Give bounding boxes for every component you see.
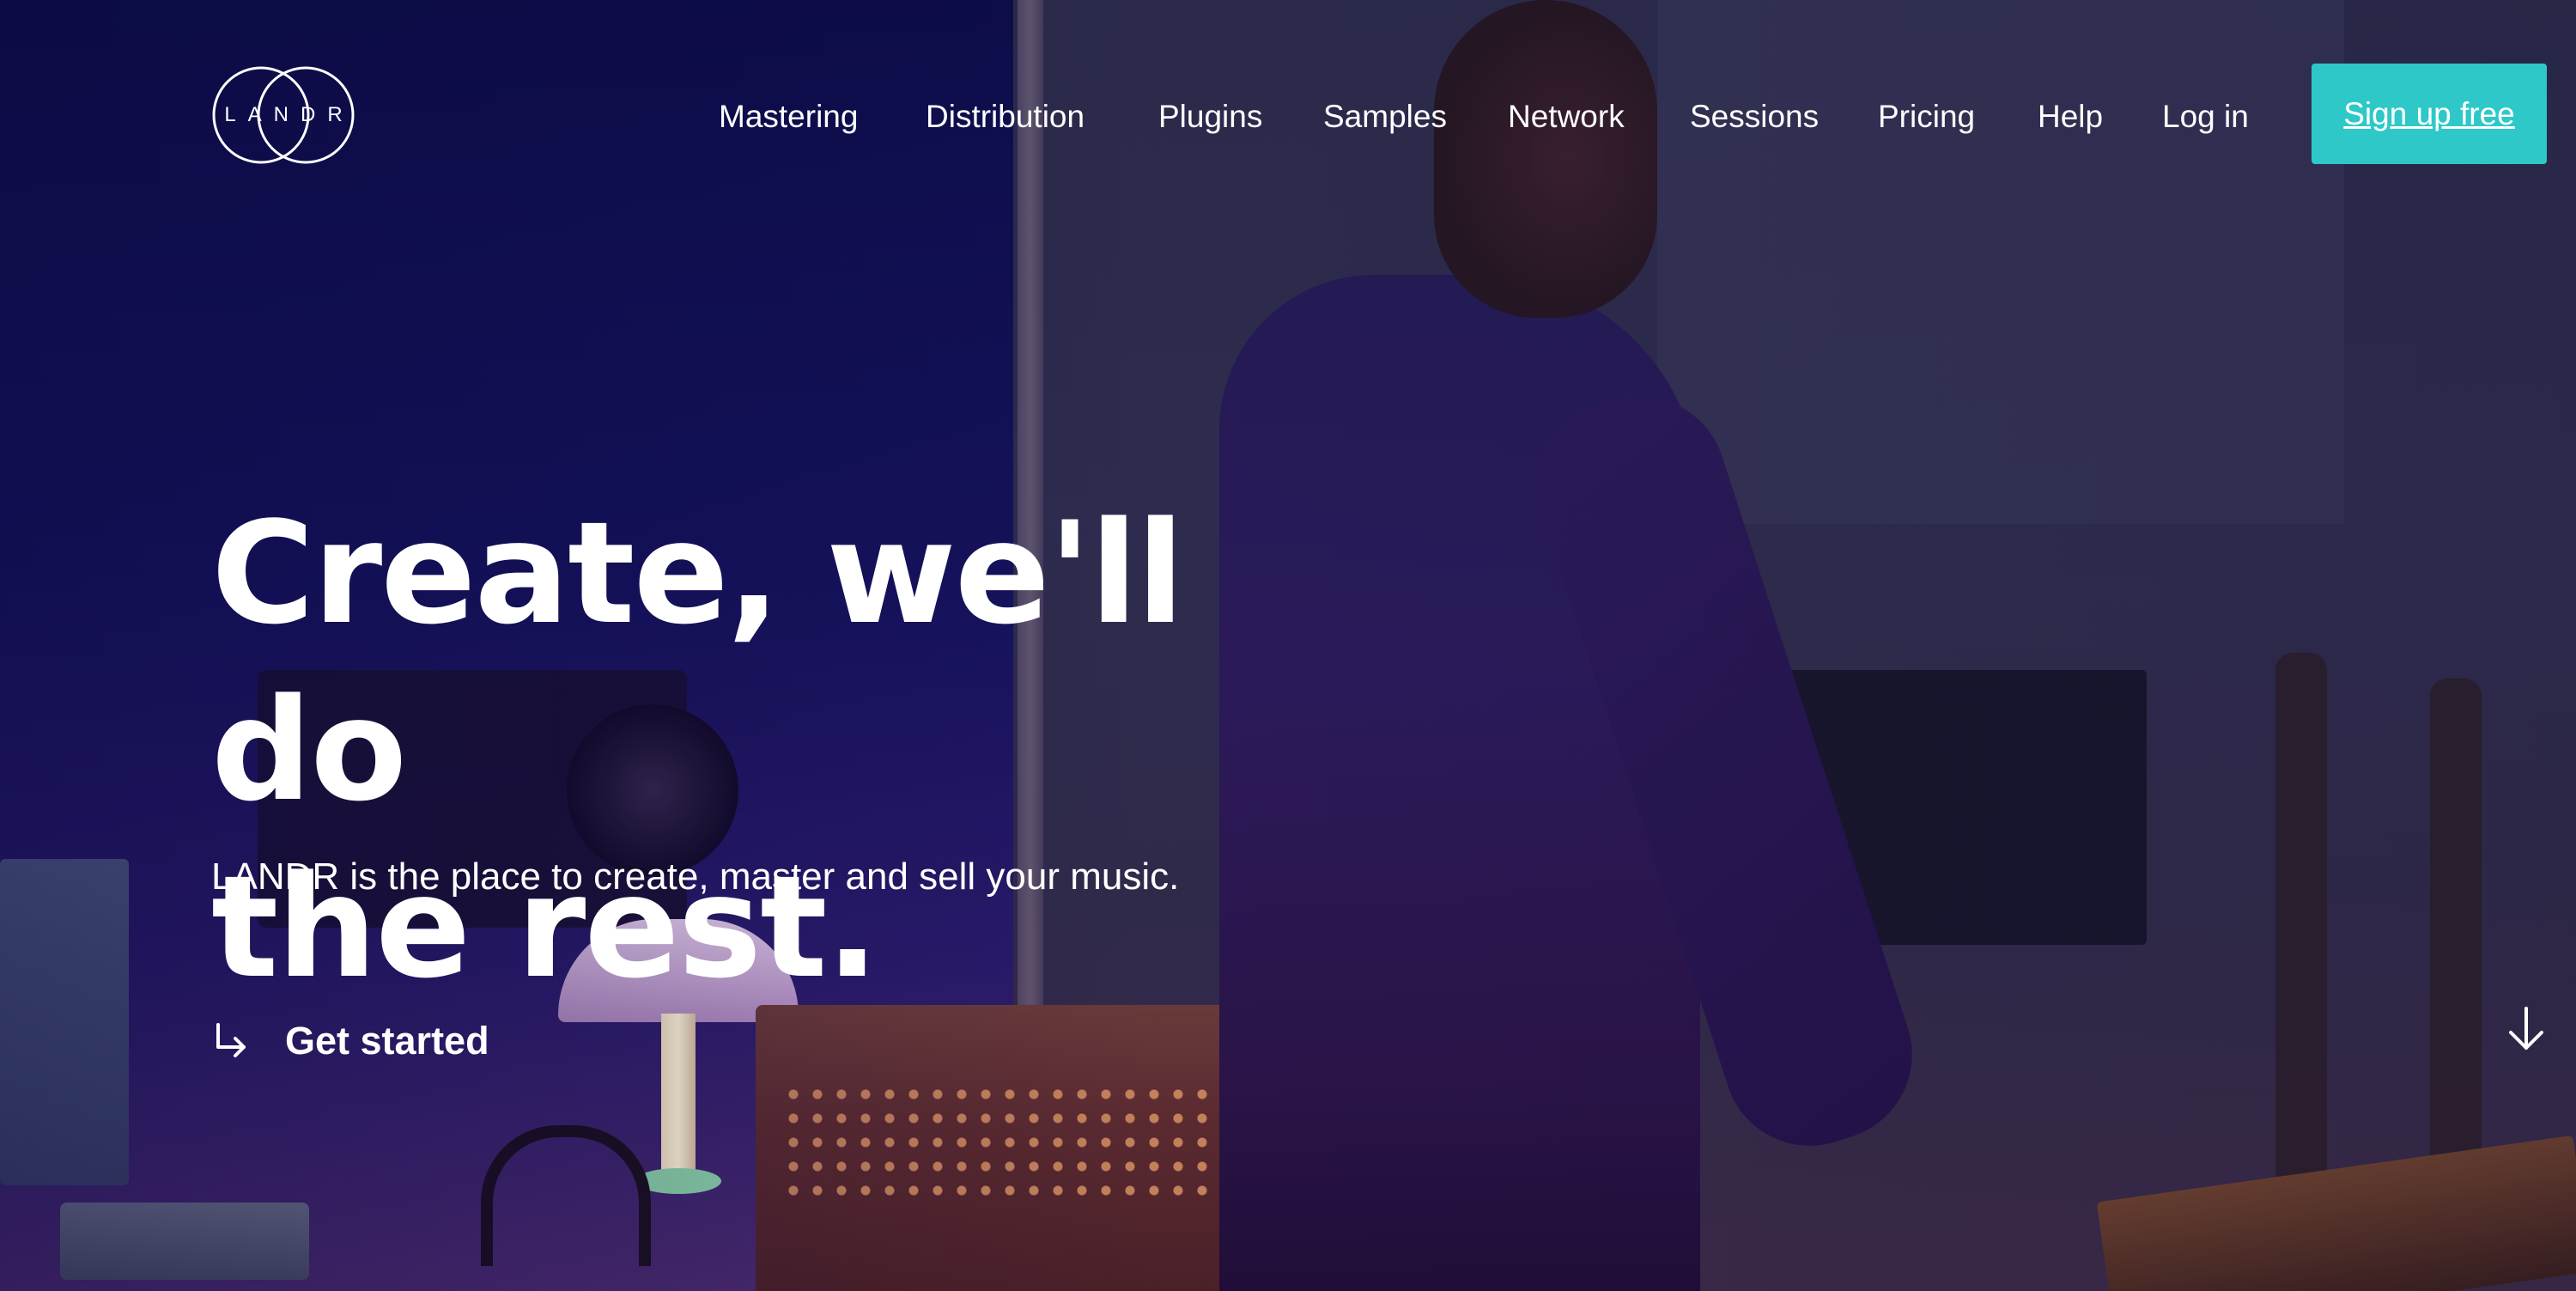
hero-headline: Create, we'll do the rest. [211,485,1327,1016]
login-link[interactable]: Log in [2162,99,2249,135]
scroll-down-button[interactable] [2502,1005,2550,1053]
signup-button[interactable]: Sign up free [2312,64,2547,164]
nav-item-distribution[interactable]: Distribution [926,99,1084,135]
nav-item-pricing[interactable]: Pricing [1878,99,1975,135]
arrow-turn-right-icon [216,1023,246,1057]
get-started-link[interactable]: Get started [211,1015,489,1067]
arrow-down-icon [2509,1007,2543,1050]
main-navigation: Mastering Distribution Plugins Samples N… [0,83,2576,145]
site-header: LANDR Mastering Distribution Plugins Sam… [0,0,2576,232]
nav-item-samples[interactable]: Samples [1323,99,1447,135]
get-started-label: Get started [285,1019,489,1063]
hero-subtitle: LANDR is the place to create, master and… [211,856,1180,898]
headline-line-1: Create, we'll do [211,491,1185,832]
nav-item-network[interactable]: Network [1508,99,1625,135]
nav-item-plugins[interactable]: Plugins [1158,99,1262,135]
nav-item-sessions[interactable]: Sessions [1690,99,1819,135]
nav-item-mastering[interactable]: Mastering [719,99,858,135]
nav-item-help[interactable]: Help [2038,99,2103,135]
